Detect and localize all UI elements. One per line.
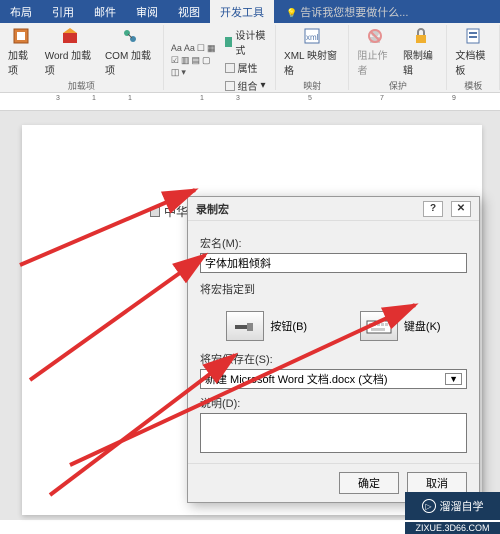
ctrl-icon[interactable]: Aa <box>184 43 195 54</box>
close-button[interactable]: ✕ <box>451 201 471 217</box>
store-icon <box>61 27 79 45</box>
properties-button[interactable]: 属性 <box>224 59 269 76</box>
group-mapping: xml XML 映射窗格 映射 <box>276 25 349 90</box>
template-icon <box>464 27 482 45</box>
ribbon-tabs: 布局 引用 邮件 审阅 视图 开发工具 告诉我您想要做什么... <box>0 0 500 23</box>
ctrl-icon[interactable]: ☐ <box>197 43 205 54</box>
tab-view[interactable]: 视图 <box>168 0 210 24</box>
block-icon <box>366 27 384 45</box>
group-label-mapping: 映射 <box>303 79 321 92</box>
ctrl-icon[interactable]: ▦ <box>207 43 216 54</box>
ctrl-icon[interactable]: ▾ <box>181 67 186 78</box>
chevron-down-icon: ▼ <box>445 373 462 385</box>
doc-template-button[interactable]: 文档模板 <box>451 25 495 79</box>
xml-map-button[interactable]: xml XML 映射窗格 <box>280 25 344 79</box>
addins-button[interactable]: 加载项 <box>4 25 39 79</box>
cancel-button[interactable]: 取消 <box>407 472 467 494</box>
assign-label: 将宏指定到 <box>200 281 467 297</box>
ribbon: 加载项 Word 加载项 COM 加载项 加载项 Aa Aa ☐ ▦ <box>0 23 500 93</box>
group-addins: 加载项 Word 加载项 COM 加载项 加载项 <box>0 25 164 90</box>
ctrl-icon[interactable]: ▥ <box>181 55 190 66</box>
tab-developer[interactable]: 开发工具 <box>210 0 274 24</box>
ctrl-icon[interactable]: Aa <box>171 43 182 54</box>
macro-name-input[interactable] <box>200 253 467 273</box>
addins-icon <box>12 27 30 45</box>
lock-icon <box>412 27 430 45</box>
group-protect: 阻止作者 限制编辑 保护 <box>349 25 447 90</box>
word-addin-button[interactable]: Word 加载项 <box>41 25 99 79</box>
tell-me-input[interactable]: 告诉我您想要做什么... <box>282 0 412 24</box>
dialog-titlebar[interactable]: 录制宏 ? ✕ <box>188 197 479 221</box>
com-icon <box>121 27 139 45</box>
help-button[interactable]: ? <box>423 201 443 217</box>
group-label-template: 模板 <box>464 79 482 92</box>
svg-text:xml: xml <box>306 33 319 42</box>
com-addin-button[interactable]: COM 加载项 <box>101 25 159 79</box>
group-label-addins: 加载项 <box>68 79 95 92</box>
xml-icon: xml <box>303 27 321 45</box>
ctrl-icon[interactable]: ▤ <box>191 55 200 66</box>
ctrl-icon[interactable]: ☑ <box>171 55 179 66</box>
ctrl-icon[interactable]: ◫ <box>171 67 180 78</box>
tab-review[interactable]: 审阅 <box>126 0 168 24</box>
block-authors-button[interactable]: 阻止作者 <box>353 25 396 79</box>
watermark: ▷ 溜溜自学 ZIXUE.3D66.COM <box>405 492 500 520</box>
play-icon: ▷ <box>422 499 436 513</box>
group-button[interactable]: 组合▾ <box>224 77 269 94</box>
ruler: 31113579 <box>0 93 500 111</box>
tab-layout[interactable]: 布局 <box>0 0 42 24</box>
group-label-protect: 保护 <box>389 79 407 92</box>
design-mode-button[interactable]: 设计模式 <box>224 26 269 58</box>
group-controls: Aa Aa ☐ ▦ ☑ ▥ ▤ ▢ ◫ ▾ 设计模式 属性 <box>164 25 276 90</box>
tab-references[interactable]: 引用 <box>42 0 84 24</box>
macro-name-label: 宏名(M): <box>200 235 467 251</box>
tab-mail[interactable]: 邮件 <box>84 0 126 24</box>
ok-button[interactable]: 确定 <box>339 472 399 494</box>
restrict-edit-button[interactable]: 限制编辑 <box>399 25 442 79</box>
ctrl-icon[interactable]: ▢ <box>202 55 211 66</box>
group-template: 文档模板 模板 <box>447 25 500 90</box>
annotation-arrow <box>45 350 245 500</box>
